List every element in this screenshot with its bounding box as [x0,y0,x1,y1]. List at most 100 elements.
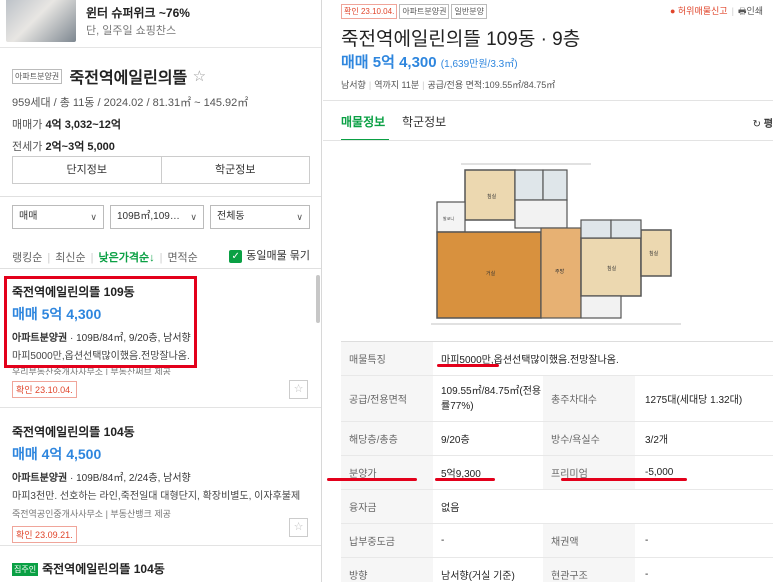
loan-label: 융자금 [341,490,433,523]
premium-value: -5,000 [645,467,674,478]
sale-price-value: 5억9,300 [441,469,481,480]
same-listing-label: 동일매물 묶기 [246,250,310,262]
detail-price: 매매 5억 4,300 (1,639만원/3.3㎡) [341,51,518,72]
ad-title: 윈터 슈퍼위크 ~76% [86,6,190,20]
rooms-value: 3/2개 [645,435,669,446]
table-row: 매물특징 마피5000만,옵션선택많이했음.전망잘나옴. [341,342,773,376]
favorite-star-icon[interactable]: ☆ [193,68,206,85]
owner-badge: 집주인 [12,563,39,577]
type-tag: 아파트분양권 [399,4,450,19]
siren-icon: ● [669,6,676,16]
detail-title: 죽전역에일린의뜰 109동 · 9층 [341,29,581,50]
complex-info-button[interactable]: 단지정보 [13,157,162,183]
confirm-date-badge: 확인 23.09.21. [12,526,77,543]
complex-summary: 아파트분양권 죽전역에일린의뜰 ☆ 959세대 / 총 11동 / 2024.0… [12,64,312,154]
print-button[interactable]: 🖶인쇄 [738,6,763,16]
chevron-down-icon: ∨ [296,212,303,222]
table-row: 납부중도금 - 채권액 - [341,524,773,558]
rating-button[interactable]: ↻ 평 [753,115,773,130]
price-per-area: (1,639만원/3.3㎡) [440,59,518,70]
listing-info-table: 매물특징 마피5000만,옵션선택많이했음.전망잘나옴. 공급/전용면적 109… [341,341,773,582]
detail-meta: 남서향 | 역까지 11분 | 공급/전용 면적:109.55㎡/84.75㎡ [341,80,556,90]
sale-price-value: 4억 3,032~12억 [45,119,122,131]
svg-text:침실: 침실 [487,193,497,200]
report-label: 허위매물신고 [677,6,728,16]
listing-title: 죽전역에일린의뜰 104동 [42,562,165,576]
table-row: 분양가 5억9,300 프리미엄 -5,000 [341,456,773,490]
feature-value: 마피5000만,옵션선택많이했음.전망잘나옴. [441,355,619,366]
favorite-icon[interactable]: ☆ [289,518,308,537]
table-row: 공급/전용면적 109.55㎡/84.75㎡(전용률77%) 총주차대수 127… [341,376,773,422]
entrance-value: - [645,569,649,580]
bond-value: - [645,535,649,546]
tab-listing-info[interactable]: 매물정보 [341,113,385,130]
listing-type: 아파트분양권 [12,473,68,484]
detail-price-value: 매매 5억 4,300 [341,54,437,71]
chevron-down-icon: ∨ [190,212,197,222]
listing-item[interactable]: 죽전역에일린의뜰 104동 매매 4억 4,500 아파트분양권 · 109B/… [0,408,321,546]
area-value: 109.55㎡/84.75㎡(전용률77%) [441,385,542,412]
rooms-label: 방수/욕실수 [543,422,635,455]
annotation-highlight-box [4,276,197,368]
report-button[interactable]: ● 허위매물신고 [670,6,728,16]
svg-text:발코니: 발코니 [443,215,454,221]
deal-type-value: 매매 [19,211,38,222]
listing-title: 죽전역에일린의뜰 104동 [12,425,135,439]
loan-value: 없음 [441,503,460,514]
listing-spec: 아파트분양권 · 109B/84㎡, 2/24층, 남서향 [12,469,312,484]
direction-label: 방향 [341,558,433,582]
area-select[interactable]: 109B㎡,109… ∨ [110,205,204,229]
floor-plan-image: 침실 거실 주방 침실 침실 발코니 [431,160,681,330]
table-row: 해당층/총층 9/20층 방수/욕실수 3/2개 [341,422,773,456]
direction-text: 남서향 [341,80,366,90]
confirm-date-badge: 확인 23.10.04. [12,381,77,398]
complex-button-row: 단지정보 학군정보 [12,156,310,184]
sale-type-tag: 일반분양 [451,4,487,19]
area-text: 공급/전용 면적:109.55㎡/84.75㎡ [427,80,556,90]
area-label: 공급/전용면적 [341,376,433,421]
ad-banner[interactable]: 윈터 슈퍼위크 ~76% 단, 일주일 쇼핑찬스 [0,0,321,48]
scrollbar[interactable] [316,275,320,323]
complex-meta: 959세대 / 총 11동 / 2024.02 / 81.31㎡ ~ 145.9… [12,97,249,109]
mid-payment-value: - [441,535,445,546]
floor-label: 해당층/총층 [341,422,433,455]
entrance-label: 현관구조 [543,558,635,582]
svg-text:거실: 거실 [486,270,496,277]
jeonse-price-value: 2억~3억 5,000 [45,141,115,153]
favorite-icon[interactable]: ☆ [289,380,308,399]
listing-panel: 윈터 슈퍼위크 ~76% 단, 일주일 쇼핑찬스 아파트분양권 죽전역에일린의뜰… [0,0,322,582]
confirm-tag: 확인 23.10.04. [341,4,398,19]
listing-price: 매매 4억 4,500 [12,446,102,462]
deal-type-select[interactable]: 매매 ∨ [12,205,104,229]
dong-value: 전체동 [217,211,245,222]
detail-toolbar: ● 허위매물신고 | 🖶인쇄 [669,6,763,16]
sale-price-label: 분양가 [341,456,433,489]
annotation-underline [561,478,687,481]
sort-lowest-price[interactable]: 낮은가격순↓ [98,252,154,264]
annotation-underline [327,478,417,481]
listing-description: 마피3천만. 선호하는 라인,죽전일대 대형단지, 확장비별도, 이자후불제 [12,491,301,502]
detail-tags: 확인 23.10.04. 아파트분양권 일반분양 [341,3,487,19]
table-row: 방향 남서향(거실 기준) 현관구조 - [341,558,773,582]
same-listing-toggle[interactable]: ✓ 동일매물 묶기 [229,247,310,263]
direction-value: 남서향(거실 기준) [441,571,515,582]
parking-value: 1275대(세대당 1.32대) [645,395,743,406]
listing-item[interactable]: 집주인 죽전역에일린의뜰 104동 [0,546,321,582]
bond-label: 채권액 [543,524,635,557]
station-distance: 역까지 11분 [374,80,420,90]
tab-school-info[interactable]: 학군정보 [402,113,446,130]
jeonse-price-range: 전세가 2억~3억 5,000 [12,138,312,154]
parking-label: 총주차대수 [543,376,635,421]
school-info-button[interactable]: 학군정보 [162,157,310,183]
sort-area[interactable]: 면적순 [167,252,197,264]
dong-select[interactable]: 전체동 ∨ [210,205,310,229]
sort-latest[interactable]: 최신순 [55,252,85,264]
feature-label: 매물특징 [341,342,433,375]
divider [323,100,773,101]
mid-payment-label: 납부중도금 [341,524,433,557]
ad-thumbnail [6,0,76,42]
sort-ranking[interactable]: 랭킹순 [12,252,42,264]
svg-text:주방: 주방 [555,268,565,275]
premium-label: 프리미엄 [543,456,635,489]
svg-text:침실: 침실 [607,265,617,272]
